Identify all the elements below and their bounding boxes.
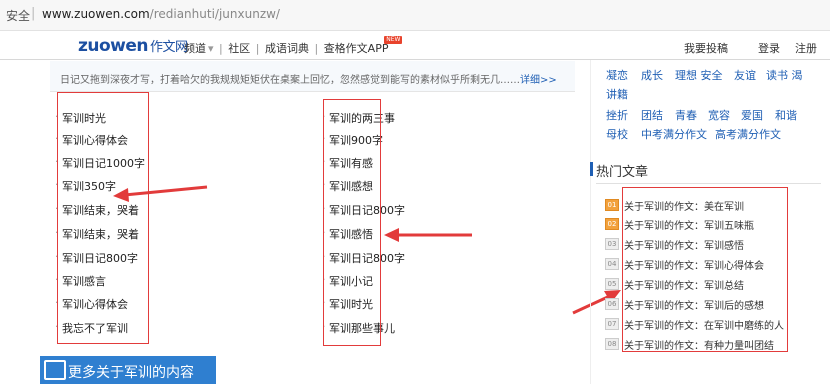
nav-app-label: 查格作文APP xyxy=(323,42,389,55)
rank-badge: 05 xyxy=(605,278,619,290)
rank-badge: 06 xyxy=(605,298,619,310)
annotation-box-left xyxy=(57,92,149,344)
intro-body: 日记又拖到深夜才写，打着哈欠的我规规矩矩伏在桌案上回忆，忽然感觉到能写的素材似乎… xyxy=(60,75,520,86)
new-badge: NEW xyxy=(384,36,403,44)
hot-article-link[interactable]: 关于军训的作文：军训五味瓶 xyxy=(624,217,754,232)
nav-idioms[interactable]: 成语词典 xyxy=(265,42,309,55)
document-icon xyxy=(44,360,66,380)
rank-badge: 01 xyxy=(605,199,619,211)
submit-link[interactable]: 我要投稿 xyxy=(684,40,728,56)
tag-link[interactable]: 和谐 xyxy=(775,107,797,123)
more-link[interactable]: 详细>> xyxy=(520,75,557,86)
hot-articles-label: 热门文章 xyxy=(596,165,649,180)
tag-link[interactable]: 中考满分作文 xyxy=(641,126,707,142)
hot-articles-divider xyxy=(596,183,821,184)
nav-community[interactable]: 社区 xyxy=(228,42,250,55)
address-separator: | xyxy=(31,6,36,21)
nav-separator: | xyxy=(314,42,319,55)
annotation-box-center xyxy=(323,99,381,346)
tag-link[interactable]: 读书 渴 xyxy=(766,67,803,83)
tag-link[interactable]: 团结 xyxy=(641,107,663,123)
title-accent xyxy=(590,162,593,176)
rank-badge: 07 xyxy=(605,318,619,330)
secure-label: 安全 xyxy=(6,9,31,23)
more-content-header: 更多关于军训的内容 xyxy=(40,356,216,384)
sidebar-divider xyxy=(590,60,591,384)
hot-article-link[interactable]: 关于军训的作文：有种力量叫团结 xyxy=(624,337,774,352)
nav-links: 频道 ▾ | 社区 | 成语词典 | 查格作文APP NEW xyxy=(184,36,403,56)
tag-link[interactable]: 讲籍 xyxy=(606,86,628,102)
annotation-arrow-icon xyxy=(113,185,208,202)
hot-article-link[interactable]: 关于军训的作文：军训总结 xyxy=(624,277,744,292)
nav-app[interactable]: 查格作文APP NEW xyxy=(323,36,403,55)
tag-link[interactable]: 高考满分作文 xyxy=(715,126,781,142)
url-path: /redianhuti/junxunzw/ xyxy=(149,7,280,21)
rank-badge: 02 xyxy=(605,218,619,230)
tag-link[interactable]: 成长 xyxy=(641,67,663,83)
intro-text: 日记又拖到深夜才写，打着哈欠的我规规矩矩伏在桌案上回忆，忽然感觉到能写的素材似乎… xyxy=(60,71,557,86)
tag-link[interactable]: 凝恋 xyxy=(606,67,628,83)
site-navbar: zuowen 作文网 频道 ▾ | 社区 | 成语词典 | 查格作文APP NEW 我… xyxy=(0,31,830,60)
annotation-arrow-icon xyxy=(384,228,472,242)
rank-badge: 04 xyxy=(605,258,619,270)
tag-link[interactable]: 青春 xyxy=(675,107,697,123)
hot-article-link[interactable]: 关于军训的作文：军训感悟 xyxy=(624,237,744,252)
rank-badge: 08 xyxy=(605,338,619,350)
nav-separator: | xyxy=(219,42,223,55)
url-text[interactable]: www.zuowen.com/redianhuti/junxunzw/ xyxy=(42,7,280,21)
site-logo[interactable]: zuowen 作文网 xyxy=(78,36,188,56)
more-content-title: 更多关于军训的内容 xyxy=(68,365,194,381)
hot-articles-title: 热门文章 xyxy=(590,161,649,180)
tag-link[interactable]: 友谊 xyxy=(734,67,756,83)
hot-article-link[interactable]: 关于军训的作文：军训心得体会 xyxy=(624,257,764,272)
intro-box: 日记又拖到深夜才写，打着哈欠的我规规矩矩伏在桌案上回忆，忽然感觉到能写的素材似乎… xyxy=(50,61,575,92)
tag-link[interactable]: 宽容 xyxy=(708,107,730,123)
hot-article-link[interactable]: 关于军训的作文：在军训中磨练的人 xyxy=(624,317,784,332)
tag-link[interactable]: 母校 xyxy=(606,126,628,142)
address-bar[interactable]: 安全 | www.zuowen.com/redianhuti/junxunzw/ xyxy=(0,0,830,31)
nav-channel[interactable]: 频道 xyxy=(184,42,206,55)
rank-badge: 03 xyxy=(605,238,619,250)
chevron-down-icon: ▾ xyxy=(208,42,214,55)
url-domain: www.zuowen.com xyxy=(42,7,150,21)
nav-separator: | xyxy=(255,42,260,55)
tag-link[interactable]: 理想 安全 xyxy=(675,67,723,83)
hot-article-link[interactable]: 关于军训的作文：军训后的感想 xyxy=(624,297,764,312)
tag-link[interactable]: 爱国 xyxy=(741,107,763,123)
hot-article-link[interactable]: 关于军训的作文：美在军训 xyxy=(624,198,744,213)
logo-cn-text: 作文网 xyxy=(150,40,188,55)
tag-link[interactable]: 挫折 xyxy=(606,107,628,123)
logo-text: zuowen xyxy=(78,36,149,56)
register-link[interactable]: 注册 xyxy=(795,40,817,56)
login-link[interactable]: 登录 xyxy=(758,40,780,56)
